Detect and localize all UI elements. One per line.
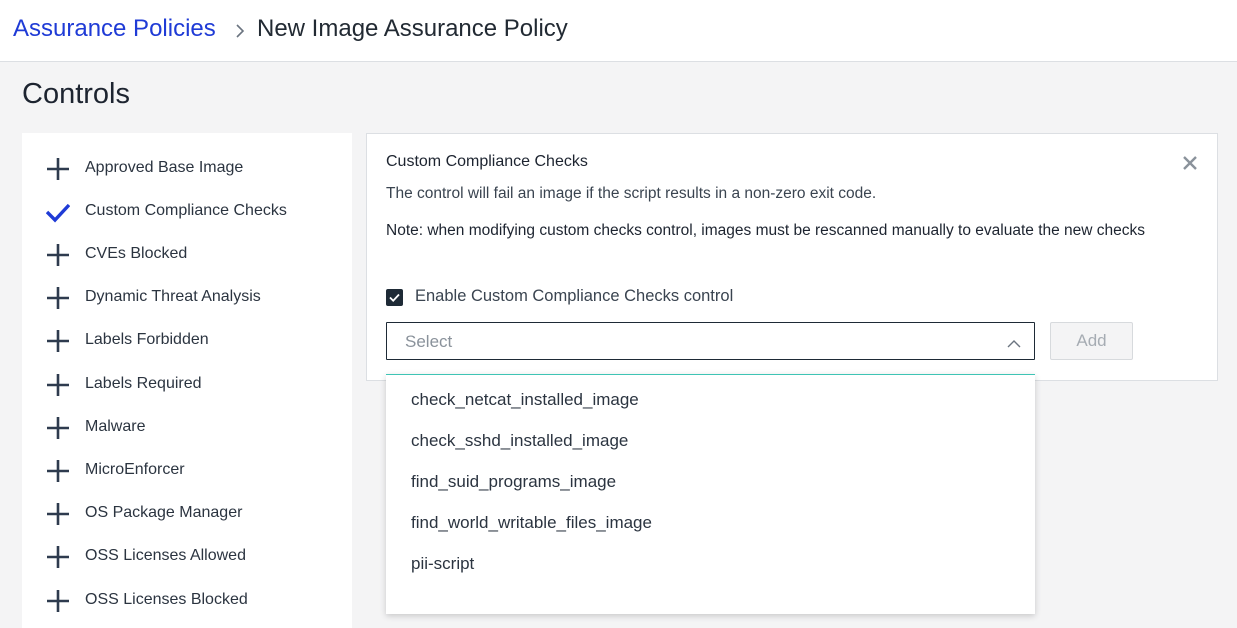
select-placeholder: Select (405, 332, 453, 351)
plus-icon (46, 416, 70, 440)
enable-control-label[interactable]: Enable Custom Compliance Checks control (415, 287, 733, 306)
sidebar-item-malware[interactable]: Malware (22, 408, 352, 448)
plus-icon (46, 502, 70, 526)
dropdown-option-label: find_suid_programs_image (411, 472, 617, 491)
plus-icon (46, 329, 70, 353)
sidebar-item-custom-compliance-checks[interactable]: Custom Compliance Checks (22, 192, 352, 232)
dropdown-option-label: find_world_writable_files_image (411, 513, 652, 532)
script-select[interactable]: Select (386, 322, 1035, 360)
sidebar-item-dynamic-threat-analysis[interactable]: Dynamic Threat Analysis (22, 278, 352, 318)
script-dropdown-menu: check_netcat_installed_image check_sshd_… (386, 374, 1035, 614)
dropdown-option-check-sshd-installed-image[interactable]: check_sshd_installed_image (386, 423, 1035, 464)
sidebar-item-label: Labels Required (85, 375, 202, 392)
breadcrumb-assurance-policies-link[interactable]: Assurance Policies (13, 15, 216, 43)
sidebar-item-labels-required[interactable]: Labels Required (22, 365, 352, 405)
page-title: Controls (22, 78, 130, 110)
plus-icon (46, 157, 70, 181)
sidebar-item-microenforcer[interactable]: MicroEnforcer (22, 451, 352, 491)
sidebar-item-label: Labels Forbidden (85, 331, 209, 348)
plus-icon (46, 373, 70, 397)
add-button[interactable]: Add (1050, 322, 1133, 360)
sidebar-item-label: Dynamic Threat Analysis (85, 288, 261, 305)
dropdown-option-label: pii-script (411, 554, 475, 573)
enable-control-checkbox[interactable] (386, 289, 403, 306)
sidebar-item-approved-base-image[interactable]: Approved Base Image (22, 149, 352, 189)
sidebar-item-cves-blocked[interactable]: CVEs Blocked (22, 235, 352, 275)
sidebar-item-label: Approved Base Image (85, 159, 244, 176)
sidebar-item-labels-forbidden[interactable]: Labels Forbidden (22, 321, 352, 361)
custom-compliance-checks-panel: Custom Compliance Checks The control wil… (366, 133, 1218, 381)
plus-icon (46, 286, 70, 310)
check-icon (45, 200, 71, 224)
panel-description: The control will fail an image if the sc… (386, 185, 877, 202)
breadcrumb-current-page: New Image Assurance Policy (257, 15, 568, 42)
sidebar-item-os-package-manager[interactable]: OS Package Manager (22, 494, 352, 534)
panel-title: Custom Compliance Checks (386, 153, 588, 170)
plus-icon (46, 589, 70, 613)
dropdown-option-find-suid-programs-image[interactable]: find_suid_programs_image (386, 464, 1035, 505)
dropdown-option-check-netcat-installed-image[interactable]: check_netcat_installed_image (386, 382, 1035, 423)
dropdown-option-pii-script[interactable]: pii-script (386, 546, 1035, 587)
sidebar-item-label: Custom Compliance Checks (85, 202, 287, 219)
plus-icon (46, 545, 70, 569)
top-bar: Assurance Policies New Image Assurance P… (0, 0, 1237, 62)
sidebar-item-oss-licenses-blocked[interactable]: OSS Licenses Blocked (22, 581, 352, 621)
plus-icon (46, 459, 70, 483)
sidebar-item-label: Malware (85, 418, 146, 435)
sidebar-item-label: OS Package Manager (85, 504, 243, 521)
dropdown-option-label: check_netcat_installed_image (411, 390, 639, 409)
close-icon[interactable] (1181, 154, 1199, 172)
chevron-up-icon (1007, 336, 1021, 348)
dropdown-option-find-world-writable-files-image[interactable]: find_world_writable_files_image (386, 505, 1035, 546)
chevron-right-icon (233, 21, 247, 41)
plus-icon (46, 243, 70, 267)
panel-note: Note: when modifying custom checks contr… (386, 222, 1146, 239)
sidebar-item-oss-licenses-allowed[interactable]: OSS Licenses Allowed (22, 537, 352, 577)
controls-sidebar: Approved Base Image Custom Compliance Ch… (22, 133, 352, 628)
sidebar-item-label: OSS Licenses Blocked (85, 591, 248, 608)
sidebar-item-label: MicroEnforcer (85, 461, 185, 478)
sidebar-item-label: OSS Licenses Allowed (85, 547, 246, 564)
sidebar-item-label: CVEs Blocked (85, 245, 188, 262)
dropdown-option-label: check_sshd_installed_image (411, 431, 629, 450)
